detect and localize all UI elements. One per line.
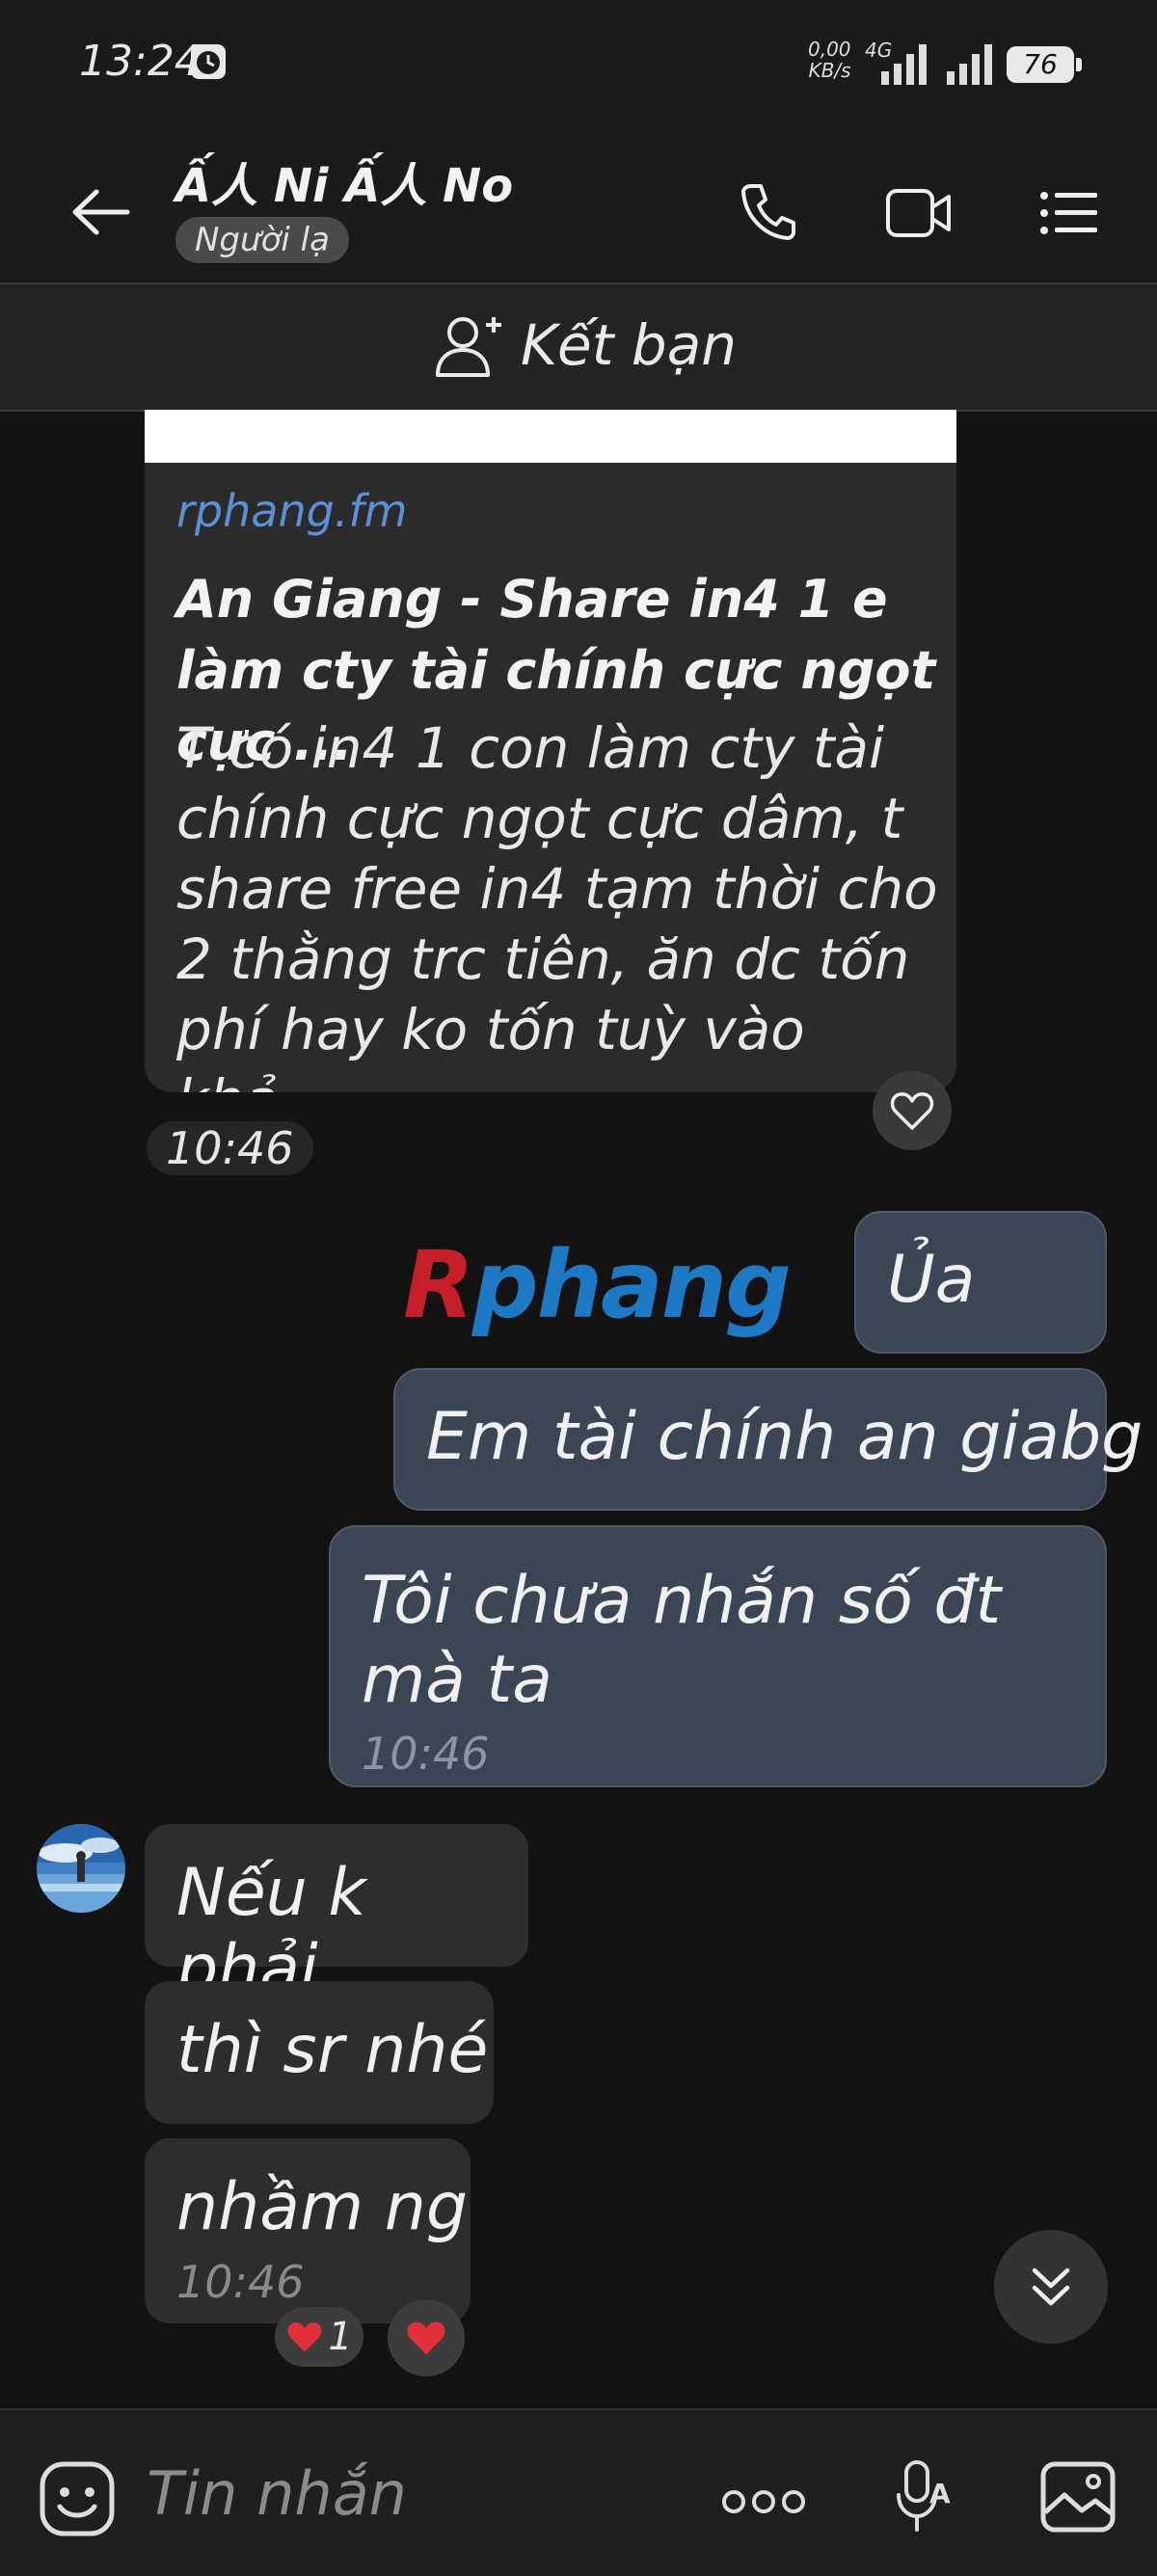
message-input[interactable]: Tin nhắn: [147, 2458, 407, 2529]
video-call-icon[interactable]: [885, 186, 953, 240]
received-message[interactable]: thì sr nhé: [145, 1981, 494, 2124]
svg-text:A: A: [929, 2478, 951, 2509]
link-domain[interactable]: rphang.fm: [176, 485, 407, 537]
stranger-badge: Người lạ: [175, 217, 349, 263]
chat-header: Ấ人 Ni Ấ人 No Người lạ: [0, 130, 1157, 284]
message-time: 10:46: [147, 1121, 313, 1175]
voice-to-text-icon[interactable]: A: [895, 2458, 953, 2536]
react-heart-button[interactable]: [873, 1071, 952, 1150]
add-friend-button[interactable]: Kết bạn: [434, 311, 737, 379]
reaction-summary[interactable]: 1: [275, 2307, 363, 2367]
double-chevron-down-icon: [1032, 2267, 1070, 2306]
status-bar: 13:24 0,00 KB/s 4G 76: [0, 0, 1157, 130]
alarm-icon: [191, 44, 226, 79]
link-preview-image: [145, 410, 956, 463]
link-preview-card[interactable]: rphang.fm An Giang - Share in4 1 e làm c…: [145, 410, 956, 1092]
reaction-count: 1: [328, 2315, 353, 2359]
sent-message[interactable]: Em tài chính an giabg: [393, 1368, 1143, 1511]
received-message[interactable]: nhầm ng 10:46: [145, 2138, 471, 2323]
add-friend-bar[interactable]: Kết bạn: [0, 284, 1157, 412]
sent-time: 10:46: [362, 1728, 490, 1780]
status-time: 13:24: [79, 37, 202, 86]
message-composer: Tin nhắn A: [0, 2408, 1157, 2576]
heart-filled-icon: [287, 2322, 322, 2352]
add-user-icon: [436, 317, 501, 377]
sent-message[interactable]: Ủa: [854, 1211, 1107, 1354]
received-time: 10:46: [176, 2256, 305, 2308]
scroll-to-bottom-button[interactable]: [994, 2230, 1108, 2344]
heart-filled-icon: [407, 2321, 445, 2355]
watermark-logo: Rphang: [403, 1231, 792, 1339]
sticker-icon[interactable]: [39, 2460, 116, 2537]
battery-icon: 76: [1007, 46, 1082, 83]
add-friend-label: Kết bạn: [521, 312, 738, 378]
back-arrow-icon[interactable]: [67, 188, 135, 236]
image-gallery-icon[interactable]: [1039, 2460, 1117, 2534]
received-message[interactable]: Nếu k phải: [145, 1824, 528, 2007]
avatar[interactable]: [37, 1824, 125, 1913]
signal-icon-2: [947, 44, 992, 85]
net-speed: 0,00 KB/s: [808, 38, 851, 82]
avatar-image: [37, 1824, 125, 1913]
heart-outline-icon: [890, 1092, 934, 1130]
phone-icon[interactable]: [738, 180, 799, 242]
signal-icon: [881, 44, 927, 85]
menu-list-icon[interactable]: [1039, 190, 1099, 236]
sent-message[interactable]: Tôi chưa nhắn số đt mà ta 10:46: [329, 1525, 1107, 1787]
more-options-icon[interactable]: [721, 2487, 806, 2516]
contact-name[interactable]: Ấ人 Ni Ấ人 No: [175, 148, 513, 215]
react-heart-button[interactable]: [388, 2299, 465, 2376]
link-description: T có in4 1 con làm cty tài chính cực ngọ…: [176, 715, 938, 1092]
